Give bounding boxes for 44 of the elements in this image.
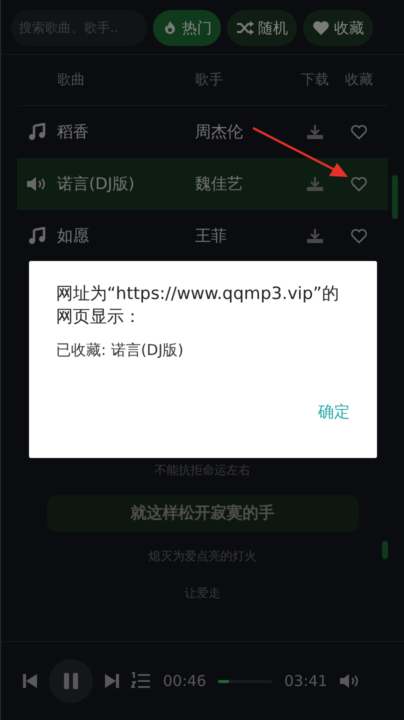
skip-back-icon xyxy=(23,674,37,688)
flame-icon xyxy=(162,20,178,36)
ordered-list-icon xyxy=(131,672,151,690)
song-title: 稻香 xyxy=(57,122,90,142)
download-icon[interactable] xyxy=(306,228,324,244)
download-icon[interactable] xyxy=(306,176,324,192)
column-header: 下载 xyxy=(300,71,330,89)
song-title: 诺言(DJ版) xyxy=(57,174,136,194)
artist-name: 周杰伦 xyxy=(195,122,244,142)
artist-name: 魏佳艺 xyxy=(195,174,244,194)
song-row[interactable]: 诺言(DJ版) 魏佳艺 xyxy=(17,158,388,210)
filter-button[interactable]: 收藏 xyxy=(303,10,373,46)
pause-icon xyxy=(64,673,78,689)
artist-name: 王菲 xyxy=(195,226,228,246)
elapsed-time: 00:46 xyxy=(163,672,206,690)
music-note-icon xyxy=(28,123,46,141)
heart-outline-icon[interactable] xyxy=(350,228,368,244)
download-icon[interactable] xyxy=(306,124,324,140)
scrollbar-thumb[interactable] xyxy=(382,541,388,559)
ok-button[interactable]: 确定 xyxy=(312,398,356,427)
total-time: 03:41 xyxy=(284,672,328,690)
next-button[interactable] xyxy=(105,674,119,688)
column-header: 歌曲 xyxy=(57,71,86,89)
speaker-icon xyxy=(26,176,48,192)
song-row[interactable]: 稻香 周杰伦 xyxy=(17,106,388,158)
previous-button[interactable] xyxy=(23,674,37,688)
heart-outline-icon[interactable] xyxy=(350,124,368,140)
song-row[interactable]: 如愿 王菲 xyxy=(17,210,388,262)
filter-button[interactable]: 随机 xyxy=(227,10,297,46)
skip-forward-icon xyxy=(105,674,119,688)
scrollbar-thumb[interactable] xyxy=(392,175,398,219)
dialog-title: 网址为“https://www.qqmp3.vip”的网页显示： xyxy=(56,283,340,329)
heart-icon xyxy=(312,20,330,36)
pause-button[interactable] xyxy=(49,659,93,703)
playlist-button[interactable] xyxy=(131,672,151,690)
music-note-icon xyxy=(28,227,46,245)
lyric-line: 就这样松开寂寞的手 xyxy=(46,495,358,532)
shuffle-icon xyxy=(236,21,254,35)
column-header: 歌手 xyxy=(195,71,224,89)
dialog-message: 已收藏: 诺言(DJ版) xyxy=(56,341,184,360)
song-title: 如愿 xyxy=(57,226,90,246)
heart-outline-icon[interactable] xyxy=(350,176,368,192)
column-header: 收藏 xyxy=(344,71,374,89)
filter-button[interactable]: 热门 xyxy=(153,10,221,46)
